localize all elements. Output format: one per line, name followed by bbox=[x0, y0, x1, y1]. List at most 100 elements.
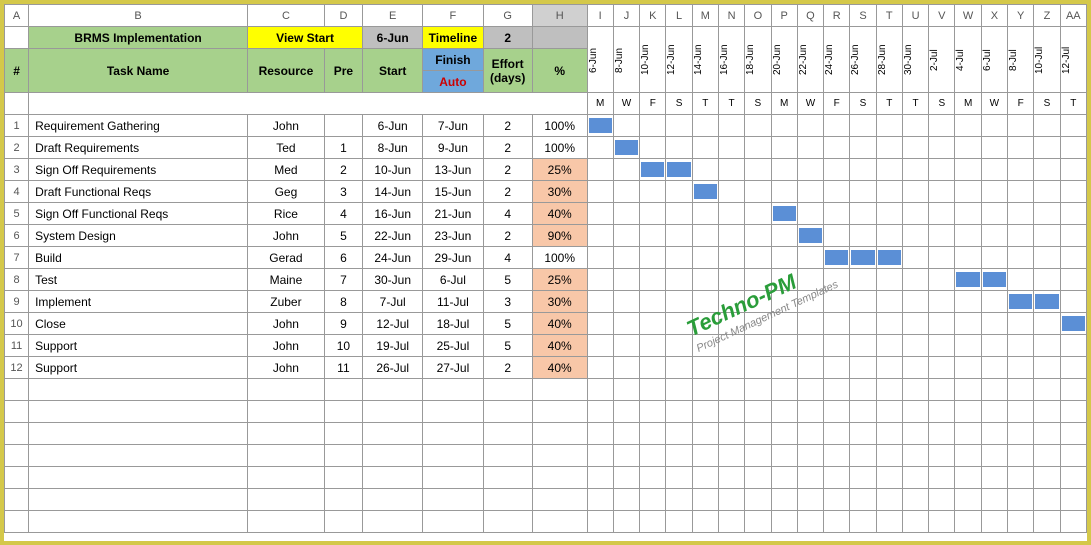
task-start[interactable]: 30-Jun bbox=[363, 269, 423, 291]
task-finish[interactable]: 27-Jul bbox=[423, 357, 483, 379]
task-start[interactable]: 26-Jul bbox=[363, 357, 423, 379]
col-header[interactable]: F bbox=[423, 5, 483, 27]
task-finish[interactable]: 7-Jun bbox=[423, 115, 483, 137]
task-pct[interactable]: 25% bbox=[532, 159, 587, 181]
task-resource[interactable]: John bbox=[248, 115, 325, 137]
task-finish[interactable]: 13-Jun bbox=[423, 159, 483, 181]
task-pre[interactable]: 6 bbox=[324, 247, 362, 269]
task-start[interactable]: 22-Jun bbox=[363, 225, 423, 247]
task-effort[interactable]: 2 bbox=[483, 159, 532, 181]
task-start[interactable]: 8-Jun bbox=[363, 137, 423, 159]
task-pre[interactable]: 11 bbox=[324, 357, 362, 379]
task-pre[interactable]: 5 bbox=[324, 225, 362, 247]
task-resource[interactable]: Maine bbox=[248, 269, 325, 291]
col-header[interactable]: I bbox=[587, 5, 613, 27]
col-header[interactable]: Y bbox=[1008, 5, 1034, 27]
col-header[interactable]: N bbox=[718, 5, 744, 27]
task-effort[interactable]: 5 bbox=[483, 269, 532, 291]
col-header[interactable]: U bbox=[902, 5, 928, 27]
task-name[interactable]: Close bbox=[29, 313, 248, 335]
col-header[interactable]: C bbox=[248, 5, 325, 27]
task-effort[interactable]: 4 bbox=[483, 247, 532, 269]
task-pre[interactable]: 10 bbox=[324, 335, 362, 357]
col-header[interactable]: T bbox=[876, 5, 902, 27]
task-resource[interactable]: John bbox=[248, 335, 325, 357]
task-name[interactable]: Draft Requirements bbox=[29, 137, 248, 159]
task-effort[interactable]: 3 bbox=[483, 291, 532, 313]
view-start-date[interactable]: 6-Jun bbox=[363, 27, 423, 49]
task-name[interactable]: Sign Off Functional Reqs bbox=[29, 203, 248, 225]
task-effort[interactable]: 2 bbox=[483, 181, 532, 203]
task-finish[interactable]: 21-Jun bbox=[423, 203, 483, 225]
task-effort[interactable]: 4 bbox=[483, 203, 532, 225]
task-start[interactable]: 24-Jun bbox=[363, 247, 423, 269]
task-name[interactable]: Draft Functional Reqs bbox=[29, 181, 248, 203]
task-name[interactable]: Build bbox=[29, 247, 248, 269]
task-pct[interactable]: 30% bbox=[532, 181, 587, 203]
col-header[interactable]: A bbox=[5, 5, 29, 27]
task-resource[interactable]: Geg bbox=[248, 181, 325, 203]
task-pct[interactable]: 90% bbox=[532, 225, 587, 247]
task-finish[interactable]: 9-Jun bbox=[423, 137, 483, 159]
task-name[interactable]: Requirement Gathering bbox=[29, 115, 248, 137]
col-header[interactable]: S bbox=[850, 5, 876, 27]
task-pre[interactable]: 1 bbox=[324, 137, 362, 159]
task-finish[interactable]: 6-Jul bbox=[423, 269, 483, 291]
task-resource[interactable]: Gerad bbox=[248, 247, 325, 269]
col-header[interactable]: G bbox=[483, 5, 532, 27]
task-resource[interactable]: Zuber bbox=[248, 291, 325, 313]
task-pre[interactable]: 7 bbox=[324, 269, 362, 291]
task-effort[interactable]: 5 bbox=[483, 313, 532, 335]
task-effort[interactable]: 5 bbox=[483, 335, 532, 357]
task-effort[interactable]: 2 bbox=[483, 115, 532, 137]
col-header[interactable]: O bbox=[745, 5, 771, 27]
col-header[interactable]: W bbox=[955, 5, 981, 27]
task-finish[interactable]: 25-Jul bbox=[423, 335, 483, 357]
col-header[interactable]: Q bbox=[797, 5, 823, 27]
task-finish[interactable]: 15-Jun bbox=[423, 181, 483, 203]
task-resource[interactable]: John bbox=[248, 357, 325, 379]
task-finish[interactable]: 18-Jul bbox=[423, 313, 483, 335]
task-pct[interactable]: 100% bbox=[532, 247, 587, 269]
task-pre[interactable]: 8 bbox=[324, 291, 362, 313]
task-effort[interactable]: 2 bbox=[483, 225, 532, 247]
task-name[interactable]: Test bbox=[29, 269, 248, 291]
task-start[interactable]: 16-Jun bbox=[363, 203, 423, 225]
col-header[interactable]: D bbox=[324, 5, 362, 27]
task-effort[interactable]: 2 bbox=[483, 137, 532, 159]
task-pct[interactable]: 25% bbox=[532, 269, 587, 291]
col-header[interactable]: L bbox=[666, 5, 692, 27]
task-pct[interactable]: 30% bbox=[532, 291, 587, 313]
col-header[interactable]: K bbox=[640, 5, 666, 27]
col-header[interactable]: J bbox=[613, 5, 639, 27]
task-resource[interactable]: Rice bbox=[248, 203, 325, 225]
col-header[interactable]: E bbox=[363, 5, 423, 27]
col-header[interactable]: H bbox=[532, 5, 587, 27]
col-header[interactable]: P bbox=[771, 5, 797, 27]
task-start[interactable]: 12-Jul bbox=[363, 313, 423, 335]
task-name[interactable]: Support bbox=[29, 357, 248, 379]
task-start[interactable]: 14-Jun bbox=[363, 181, 423, 203]
task-resource[interactable]: John bbox=[248, 225, 325, 247]
task-pre[interactable]: 9 bbox=[324, 313, 362, 335]
task-effort[interactable]: 2 bbox=[483, 357, 532, 379]
task-start[interactable]: 10-Jun bbox=[363, 159, 423, 181]
task-resource[interactable]: John bbox=[248, 313, 325, 335]
task-name[interactable]: Sign Off Requirements bbox=[29, 159, 248, 181]
task-pct[interactable]: 40% bbox=[532, 357, 587, 379]
task-pre[interactable]: 4 bbox=[324, 203, 362, 225]
task-finish[interactable]: 11-Jul bbox=[423, 291, 483, 313]
task-start[interactable]: 7-Jul bbox=[363, 291, 423, 313]
task-pct[interactable]: 100% bbox=[532, 137, 587, 159]
col-header[interactable]: AA bbox=[1060, 5, 1086, 27]
task-finish[interactable]: 23-Jun bbox=[423, 225, 483, 247]
task-name[interactable]: Support bbox=[29, 335, 248, 357]
col-header[interactable]: B bbox=[29, 5, 248, 27]
col-header[interactable]: M bbox=[692, 5, 718, 27]
task-pct[interactable]: 40% bbox=[532, 335, 587, 357]
task-resource[interactable]: Ted bbox=[248, 137, 325, 159]
col-header[interactable]: V bbox=[929, 5, 955, 27]
task-start[interactable]: 6-Jun bbox=[363, 115, 423, 137]
task-resource[interactable]: Med bbox=[248, 159, 325, 181]
task-pct[interactable]: 40% bbox=[532, 313, 587, 335]
